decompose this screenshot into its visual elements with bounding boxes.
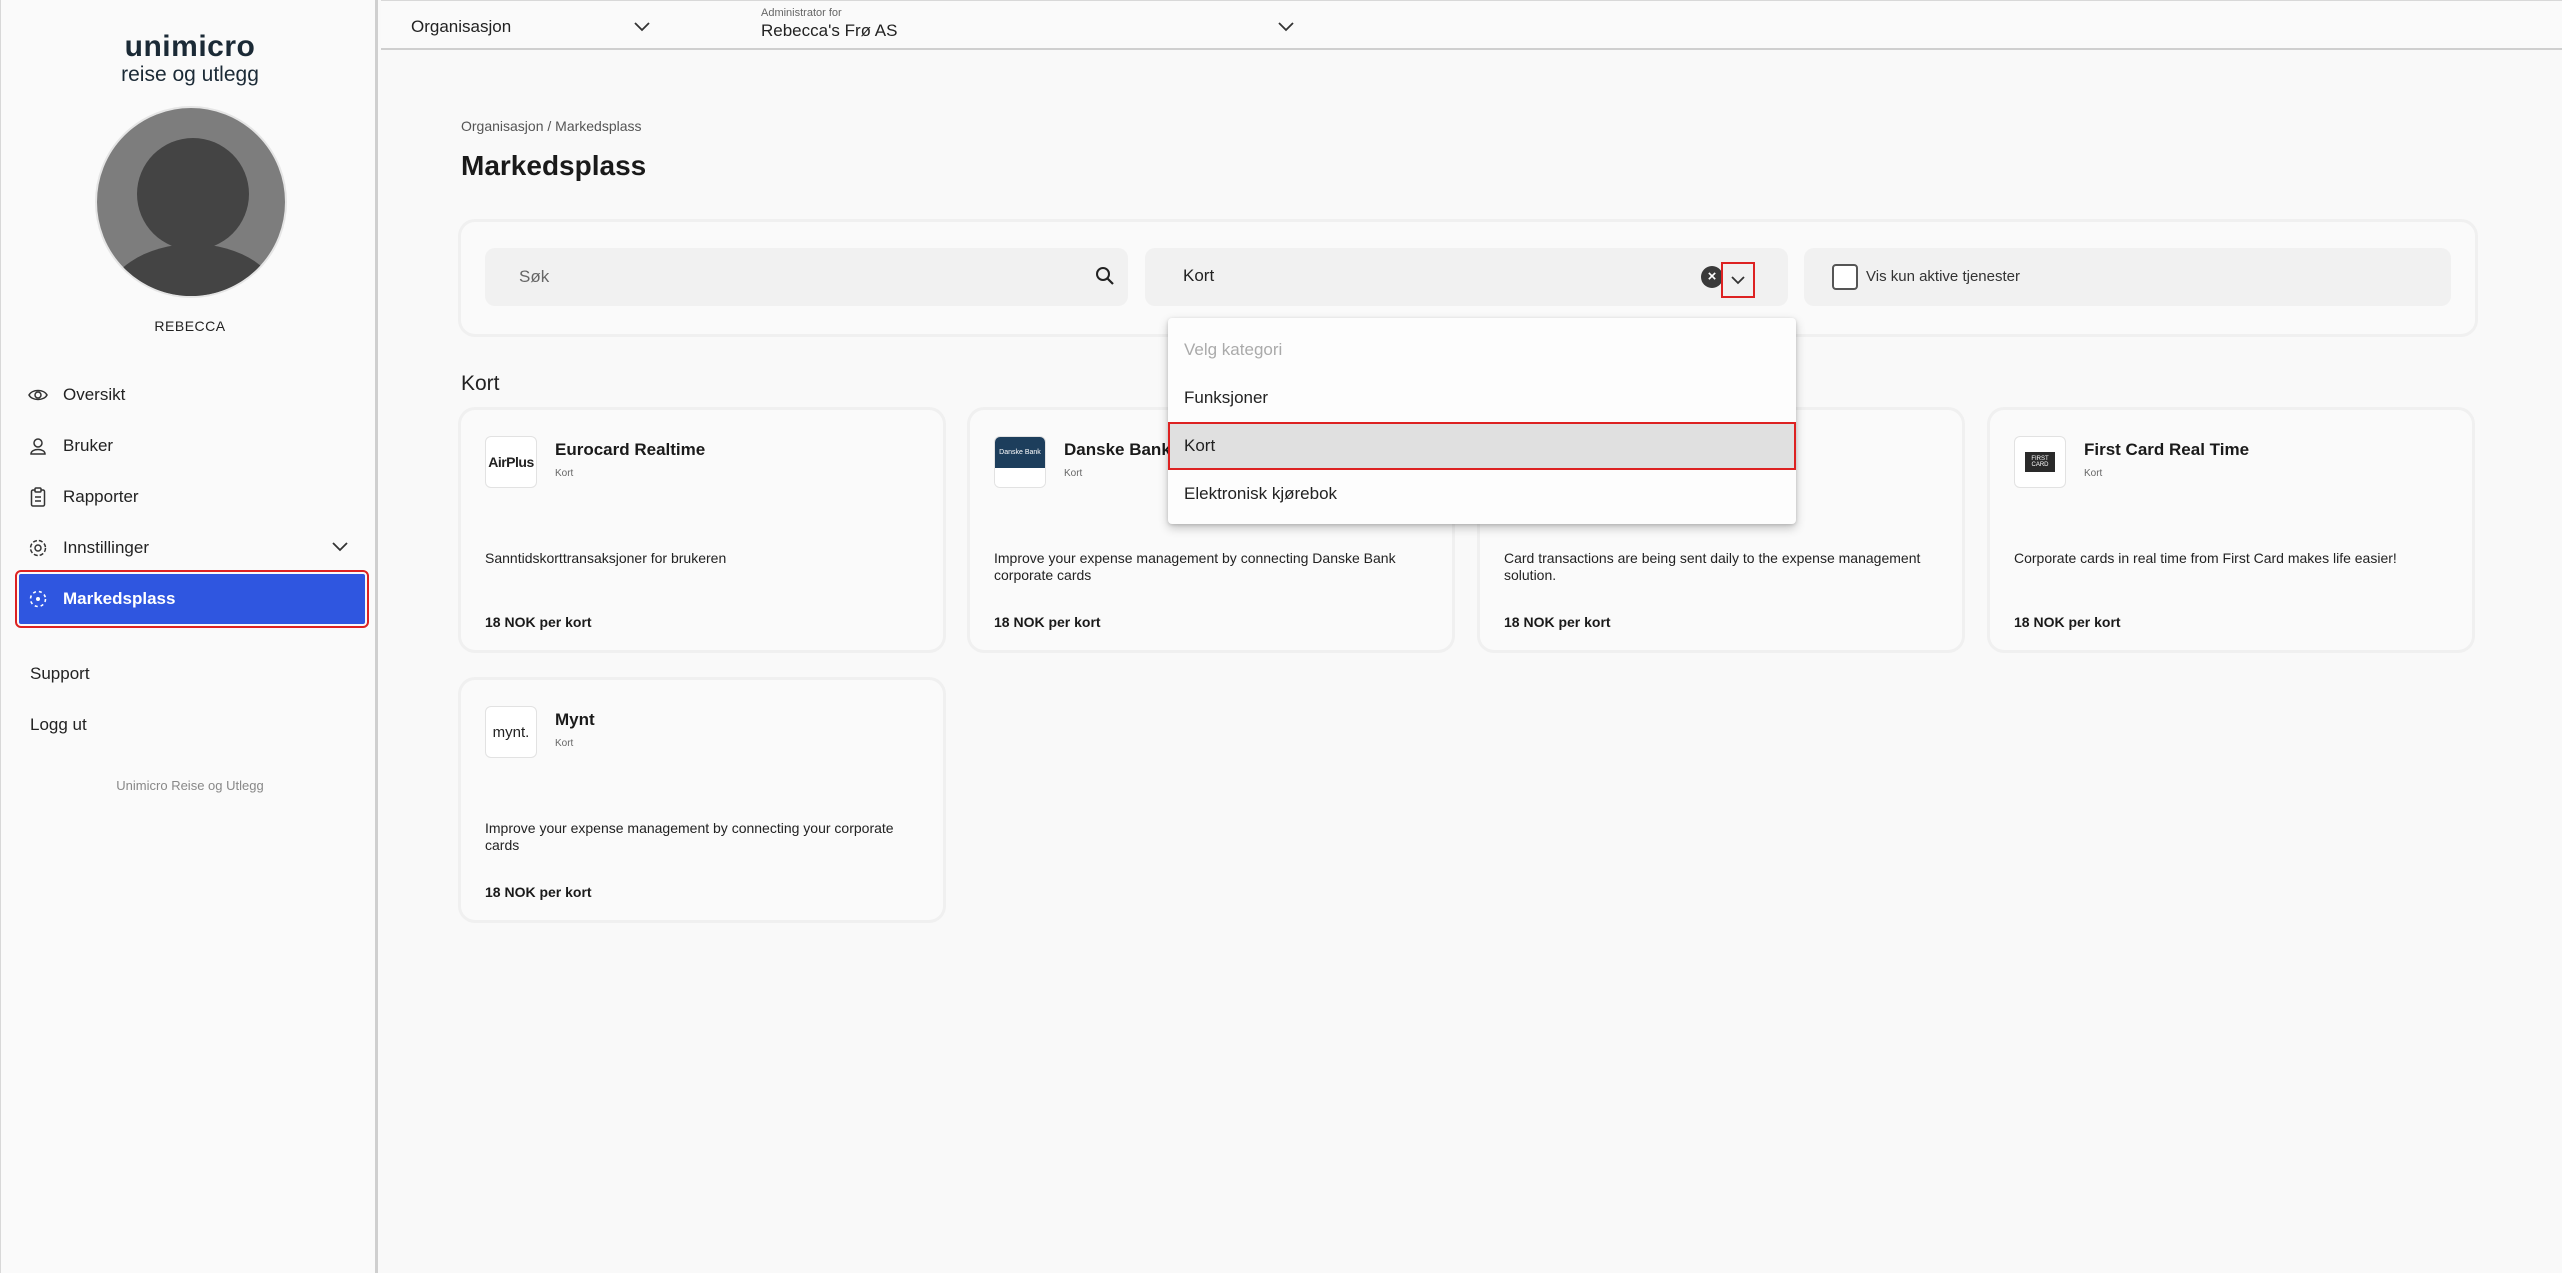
section-title: Kort	[461, 372, 500, 395]
card-description: Corporate cards in real time from First …	[2014, 550, 2397, 566]
sidebar-item-innstillinger[interactable]: Innstillinger	[19, 523, 365, 573]
logo-text: mynt.	[492, 723, 530, 741]
card-category: Kort	[2084, 468, 2103, 479]
dropdown-placeholder: Velg kategori	[1184, 340, 1283, 359]
active-only-label: Vis kun aktive tjenester	[1866, 268, 2020, 285]
gear-icon	[27, 537, 49, 559]
chevron-down-icon[interactable]	[331, 537, 349, 557]
card-category: Kort	[1064, 468, 1083, 479]
support-link[interactable]: Support	[30, 664, 90, 684]
card-price: 18 NOK per kort	[2014, 614, 2121, 630]
sidebar-item-oversikt[interactable]: Oversikt	[19, 370, 365, 420]
active-only-filter[interactable]: Vis kun aktive tjenester	[1804, 248, 2451, 306]
logo-line2: reise og utlegg	[121, 63, 259, 86]
card-price: 18 NOK per kort	[994, 614, 1101, 630]
username: REBECCA	[154, 318, 226, 334]
chevron-down-icon[interactable]	[1277, 19, 1295, 37]
dropdown-option-funksjoner[interactable]: Funksjoner	[1168, 374, 1796, 422]
sidebar-item-label: Innstillinger	[63, 538, 149, 557]
card-price: 18 NOK per kort	[485, 614, 592, 630]
search-icon[interactable]	[1095, 266, 1115, 291]
sidebar-item-bruker[interactable]: Bruker	[19, 421, 365, 471]
card-description: Improve your expense management by conne…	[994, 550, 1396, 583]
category-select[interactable]: Kort ×	[1145, 248, 1788, 306]
admin-label: Administrator for	[761, 7, 842, 19]
card-description: Card transactions are being sent daily t…	[1504, 550, 1921, 583]
breadcrumb[interactable]: Organisasjon / Markedsplass	[461, 118, 642, 134]
service-card-mynt[interactable]: mynt. Mynt Kort Improve your expense man…	[461, 680, 943, 920]
sidebar: unimicro reise og utlegg REBECCA Oversik…	[0, 0, 378, 1273]
clear-icon[interactable]: ×	[1701, 266, 1723, 288]
chevron-down-icon[interactable]	[1721, 262, 1755, 298]
card-name: Mynt	[555, 710, 595, 729]
card-price: 18 NOK per kort	[485, 884, 592, 900]
clipboard-icon	[27, 486, 49, 508]
service-card-first-card[interactable]: FIRST CARD First Card Real Time Kort Cor…	[1990, 410, 2472, 650]
app-logo[interactable]: unimicro reise og utlegg	[1, 32, 379, 88]
category-dropdown-menu: Velg kategori Funksjoner Kort Elektronis…	[1168, 318, 1796, 524]
avatar[interactable]	[95, 106, 287, 298]
sidebar-item-label: Rapporter	[63, 487, 139, 506]
chevron-down-icon[interactable]	[633, 19, 651, 37]
mynt-logo: mynt.	[485, 706, 537, 758]
logo-line1: unimicro	[124, 30, 256, 63]
danske-bank-logo: Danske Bank	[994, 436, 1046, 488]
marketplace-icon	[27, 588, 49, 610]
card-description: Improve your expense management by conne…	[485, 820, 894, 853]
eye-icon	[27, 384, 49, 406]
organisation-select[interactable]: Organisasjon	[411, 17, 511, 37]
dropdown-option-kort[interactable]: Kort	[1168, 422, 1796, 470]
dropdown-option-elektronisk-kjorebok[interactable]: Elektronisk kjørebok	[1168, 470, 1796, 518]
first-card-logo: FIRST CARD	[2014, 436, 2066, 488]
sidebar-item-label: Bruker	[63, 436, 114, 455]
card-category: Kort	[555, 738, 574, 749]
category-value: Kort	[1183, 266, 1215, 285]
admin-select[interactable]: Rebecca's Frø AS	[761, 21, 897, 41]
topbar: Organisasjon Administrator for Rebecca's…	[381, 0, 2562, 50]
sidebar-item-label: Oversikt	[63, 385, 126, 404]
logo-text: FIRST CARD	[2031, 456, 2049, 468]
logo-text: Danske Bank	[999, 448, 1041, 456]
card-name: Eurocard Realtime	[555, 440, 706, 459]
card-name: Danske Bank	[1064, 440, 1171, 459]
card-description: Sanntidskorttransaksjoner for brukeren	[485, 550, 727, 566]
active-only-checkbox[interactable]	[1832, 264, 1858, 290]
service-card-eurocard[interactable]: AirPlus Eurocard Realtime Kort Sanntidsk…	[461, 410, 943, 650]
card-name: First Card Real Time	[2084, 440, 2250, 459]
user-icon	[27, 435, 49, 457]
search-box[interactable]	[485, 248, 1128, 306]
footer-note: Unimicro Reise og Utlegg	[116, 778, 264, 793]
logout-link[interactable]: Logg ut	[30, 715, 87, 735]
page-title: Markedsplass	[461, 150, 647, 181]
card-price: 18 NOK per kort	[1504, 614, 1611, 630]
logo-text: AirPlus	[488, 454, 534, 470]
sidebar-item-label: Markedsplass	[63, 589, 176, 608]
search-input[interactable]	[519, 262, 1039, 292]
sidebar-item-markedsplass[interactable]: Markedsplass	[15, 570, 369, 628]
card-category: Kort	[555, 468, 574, 479]
sidebar-item-rapporter[interactable]: Rapporter	[19, 472, 365, 522]
airplus-logo: AirPlus	[485, 436, 537, 488]
